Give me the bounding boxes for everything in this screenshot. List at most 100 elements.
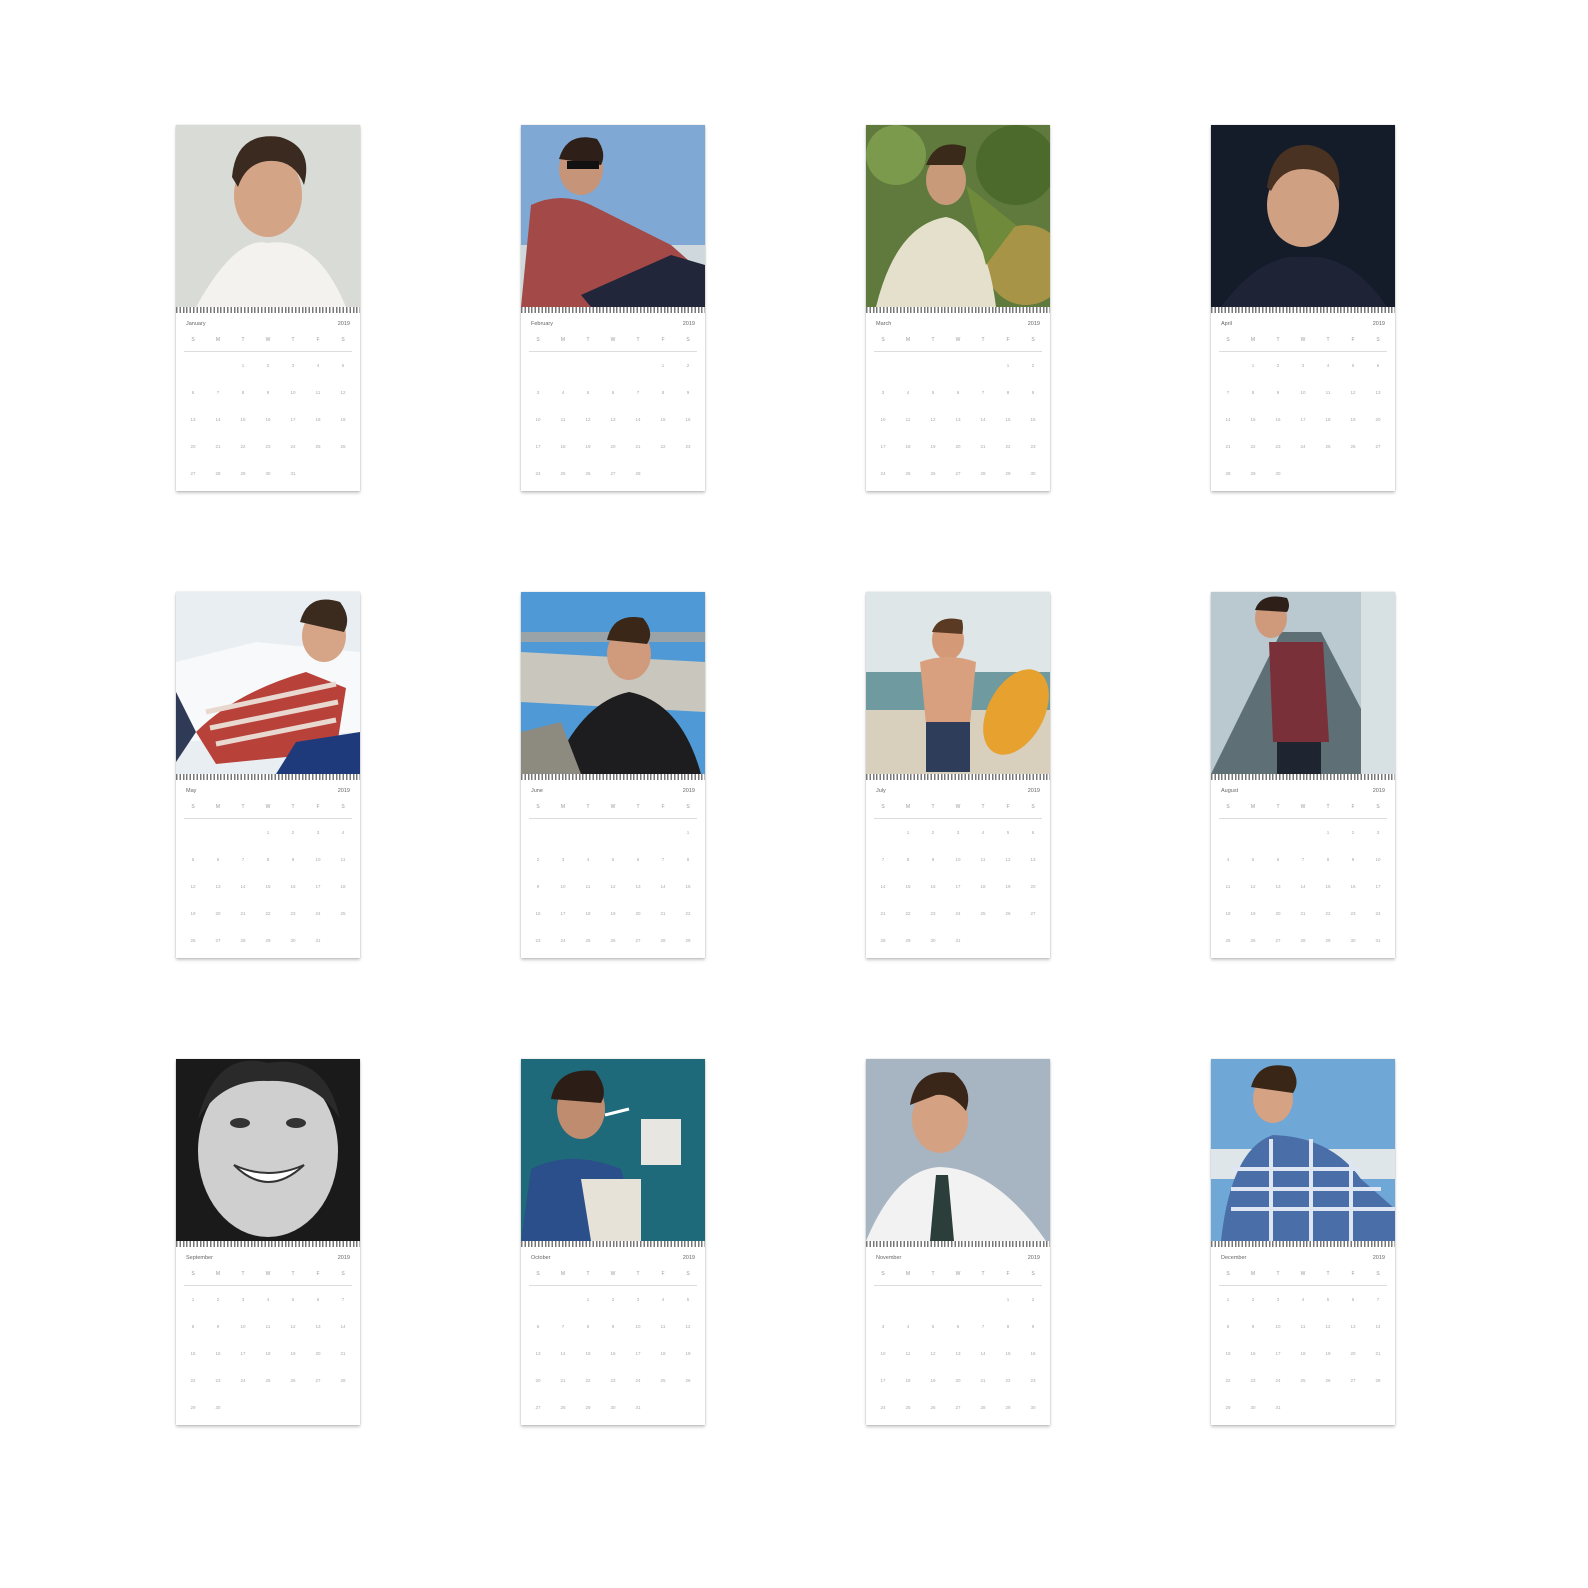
weekday-label: T <box>981 337 985 343</box>
calendar-page-december[interactable]: December 2019 S M T W T F S 1 2 3 4 5 6 7 8 9 10 11 12 13 14 15… <box>1211 1059 1395 1425</box>
weekday-label: T <box>586 804 590 810</box>
day-cell: 1 <box>586 1297 590 1302</box>
day-cell: 8 <box>1251 390 1255 395</box>
calendar-page-april[interactable]: April 2019 S M T W T F S 1 2 3 4 5 6 7 8 9 10 11 12 13 14 15 16 1… <box>1211 125 1395 491</box>
weekday-label: M <box>560 337 566 343</box>
calendar-page-october[interactable]: October 2019 S M T W T F S 1 2 3 4 5 6 7 8 9 10 11 12 13 14 15 1… <box>521 1059 705 1425</box>
day-cell: 8 <box>686 857 690 862</box>
day-cell: 3 <box>636 1297 640 1302</box>
calendar-page-august[interactable]: August 2019 S M T W T F S 1 2 3 4 5 6 7 8 9 10 11 12 13 14 15 16… <box>1211 592 1395 958</box>
day-cell: 21 <box>1225 444 1231 449</box>
calendar-page-november[interactable]: November 2019 S M T W T F S 1 2 3 4 5 6 7 8 9 10 11 12 13 14 15… <box>866 1059 1050 1425</box>
weekday-label: T <box>981 1271 985 1277</box>
calendar-page-september[interactable]: September 2019 S M T W T F S 1 2 3 4 5 6 7 8 9 10 11 12 13 14 1… <box>176 1059 360 1425</box>
day-cell: 10 <box>1300 390 1306 395</box>
day-cell: 24 <box>1275 1378 1281 1383</box>
year-label: 2019 <box>1372 788 1385 794</box>
day-cell: 15 <box>685 884 691 889</box>
calendar-page-may[interactable]: May 2019 S M T W T F S 1 2 3 4 5 6 7 8 9 10 11 12 13 14 15 16 17 1… <box>176 592 360 958</box>
day-cell: 18 <box>980 884 986 889</box>
day-cell: 6 <box>1376 363 1380 368</box>
year-label: 2019 <box>1027 1255 1040 1261</box>
day-cell: 20 <box>610 444 616 449</box>
day-cell: 8 <box>1006 390 1010 395</box>
weekday-label: F <box>316 804 320 810</box>
day-cell: 22 <box>905 911 911 916</box>
day-cell: 29 <box>1225 1405 1231 1410</box>
calendar-page-february[interactable]: February 2019 S M T W T F S 1 2 3 4 5 6 7 8 9 10 11 12 13 14 15… <box>521 125 705 491</box>
weekday-label: S <box>536 804 540 810</box>
month-header: October 2019 <box>529 1255 697 1267</box>
day-cell: 1 <box>266 830 270 835</box>
spiral-binding <box>521 307 705 313</box>
day-cell: 18 <box>1325 417 1331 422</box>
day-cell: 15 <box>1005 1351 1011 1356</box>
week-row: 20 21 22 23 24 25 26 <box>184 433 352 460</box>
day-cell: 30 <box>290 938 296 943</box>
day-cell: 30 <box>1030 1405 1036 1410</box>
day-cell: 30 <box>215 1405 221 1410</box>
day-cell: 26 <box>290 1378 296 1383</box>
day-cell: 12 <box>610 884 616 889</box>
weekday-label: T <box>1276 1271 1280 1277</box>
year-label: 2019 <box>682 321 695 327</box>
day-cell: 14 <box>660 884 666 889</box>
week-row: 17 18 19 20 21 22 23 <box>529 433 697 460</box>
day-cell: 8 <box>1226 1324 1230 1329</box>
day-cell: 16 <box>1250 1351 1256 1356</box>
day-cell: 12 <box>1325 1324 1331 1329</box>
day-cell: 17 <box>1275 1351 1281 1356</box>
calendar-page-july[interactable]: July 2019 S M T W T F S 1 2 3 4 5 6 7 8 9 10 11 12 13 14 15 16 17… <box>866 592 1050 958</box>
calendar-photo <box>176 592 360 774</box>
day-cell: 18 <box>905 1378 911 1383</box>
calendar-page-march[interactable]: March 2019 S M T W T F S 1 2 3 4 5 6 7 8 9 10 11 12 13 14 15 16 1… <box>866 125 1050 491</box>
week-row: 1 2 3 4 5 6 7 <box>184 1286 352 1313</box>
weekday-label: T <box>1326 804 1330 810</box>
day-cell: 28 <box>560 1405 566 1410</box>
day-cell: 27 <box>1275 938 1281 943</box>
week-row: 6 7 8 9 10 11 12 <box>529 1313 697 1340</box>
week-row: 9 10 11 12 13 14 15 <box>529 873 697 900</box>
day-cell: 18 <box>1300 1351 1306 1356</box>
day-cell: 15 <box>1250 417 1256 422</box>
day-cell: 23 <box>290 911 296 916</box>
day-cell: 6 <box>191 390 195 395</box>
weekday-label: M <box>1250 337 1256 343</box>
day-cell: 12 <box>1350 390 1356 395</box>
day-cell: 4 <box>661 1297 665 1302</box>
day-cell: 10 <box>560 884 566 889</box>
weekday-label: M <box>560 804 566 810</box>
weekday-row: SMTWTFS <box>874 1271 1042 1281</box>
spiral-binding <box>866 1241 1050 1247</box>
day-cell: 11 <box>585 884 591 889</box>
day-cell: 24 <box>535 471 541 476</box>
day-cell: 8 <box>1006 1324 1010 1329</box>
day-cell: 25 <box>660 1378 666 1383</box>
day-cell: 18 <box>560 444 566 449</box>
day-cell: 11 <box>980 857 986 862</box>
day-cell: 27 <box>315 1378 321 1383</box>
day-cell: 21 <box>560 1378 566 1383</box>
month-grid: July 2019 S M T W T F S 1 2 3 4 5 6 7 8 9 10 11 12 13 14 15 16 17… <box>874 788 1042 948</box>
day-cell: 20 <box>1030 884 1036 889</box>
day-cell: 15 <box>585 1351 591 1356</box>
calendar-page-january[interactable]: January 2019 S M T W T F S 1 2 3 4 5 6 7 8 9 10 11 12 13 14 15 1… <box>176 125 360 491</box>
day-cell: 5 <box>686 1297 690 1302</box>
weekday-label: S <box>1226 1271 1230 1277</box>
day-cell: 16 <box>1030 1351 1036 1356</box>
day-cell: 23 <box>685 444 691 449</box>
weekday-label: S <box>1226 337 1230 343</box>
day-cell: 30 <box>930 938 936 943</box>
year-label: 2019 <box>337 1255 350 1261</box>
day-cell: 10 <box>535 417 541 422</box>
weekday-label: S <box>881 1271 885 1277</box>
weekday-label: T <box>241 1271 245 1277</box>
day-cell: 4 <box>1301 1297 1305 1302</box>
spiral-binding <box>176 1241 360 1247</box>
calendar-photo <box>1211 125 1395 307</box>
calendar-page-june[interactable]: June 2019 S M T W T F S 1 2 3 4 5 6 7 8 9 10 11 12 13 14 15 16 17… <box>521 592 705 958</box>
day-cell: 24 <box>560 938 566 943</box>
day-cell: 21 <box>980 1378 986 1383</box>
day-cell: 4 <box>981 830 985 835</box>
day-cell: 25 <box>980 911 986 916</box>
